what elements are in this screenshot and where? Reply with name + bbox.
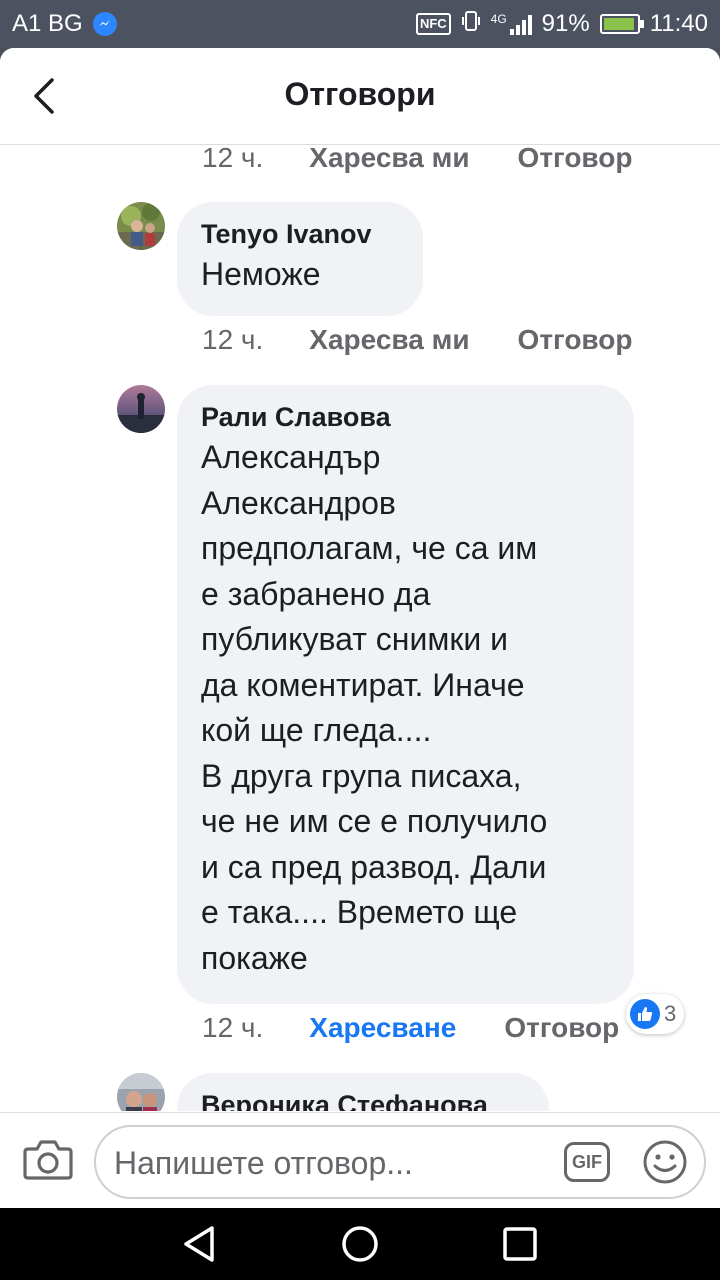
nfc-icon: NFC — [415, 13, 451, 35]
comment-time: 12 ч. — [202, 145, 264, 173]
clock: 11:40 — [649, 10, 708, 37]
comment-bubble[interactable]: Вероника Стефанова — [177, 1073, 549, 1111]
emoji-icon — [643, 1140, 687, 1184]
status-bar: A1 BG NFC 4G 91% 11:40 — [0, 0, 720, 48]
like-icon — [630, 999, 660, 1029]
nav-back-button[interactable] — [180, 1224, 220, 1264]
status-bar-left: A1 BG — [12, 10, 117, 38]
comment-actions: 12 ч. Харесва ми Отговор — [202, 322, 633, 358]
comment-author[interactable]: Вероника Стефанова — [201, 1087, 523, 1111]
camera-button[interactable] — [22, 1137, 74, 1183]
comment-author[interactable]: Tenyo Ivanov — [201, 216, 397, 252]
camera-icon — [23, 1140, 73, 1180]
comment-thread[interactable]: 12 ч. Харесва ми Отговор Tenyo Ivanov Не… — [0, 145, 720, 1111]
gif-button[interactable]: GIF — [564, 1142, 610, 1182]
like-button[interactable]: Харесва ми — [309, 324, 469, 356]
reply-button[interactable]: Отговор — [518, 324, 633, 356]
comment-time: 12 ч. — [202, 1012, 264, 1043]
status-bar-right: NFC 4G 91% 11:40 — [415, 9, 708, 40]
comment-actions: 12 ч. Харесване Отговор — [202, 1010, 619, 1046]
page-title: Отговори — [284, 76, 436, 112]
vibrate-icon — [461, 9, 481, 40]
replies-screen: Отговори 12 ч. Харесва ми Отговор Tenyo … — [0, 48, 720, 1208]
app-header: Отговори — [0, 48, 720, 145]
gif-label: GIF — [572, 1151, 602, 1172]
avatar[interactable] — [117, 202, 165, 250]
messenger-icon — [92, 12, 117, 36]
square-recents-icon — [503, 1227, 537, 1261]
nav-recents-button[interactable] — [500, 1224, 540, 1264]
like-button[interactable]: Харесва ми — [309, 145, 469, 174]
circle-home-icon — [342, 1226, 378, 1262]
carrier-name: A1 BG — [12, 10, 83, 37]
reply-composer: GIF — [0, 1112, 720, 1208]
triangle-back-icon — [184, 1226, 214, 1262]
nav-home-button[interactable] — [340, 1224, 380, 1264]
network-type: 4G — [490, 12, 507, 26]
comment-text: Александър Александров предполагам, че с… — [201, 439, 548, 976]
like-button[interactable]: Харесване — [309, 1012, 456, 1044]
reaction-count: 3 — [664, 1001, 677, 1026]
comment-actions: 12 ч. Харесва ми Отговор — [202, 145, 633, 176]
reply-button[interactable]: Отговор — [504, 1012, 619, 1044]
reaction-count-badge[interactable]: 3 — [626, 994, 685, 1034]
comment-bubble[interactable]: Рали Славова Александър Александров пред… — [177, 385, 634, 1004]
battery-percent: 91% — [541, 10, 590, 37]
battery-icon — [599, 14, 644, 34]
comment-text: Неможе — [201, 256, 321, 292]
avatar[interactable] — [117, 385, 165, 433]
reply-input-field[interactable]: GIF — [94, 1125, 706, 1199]
reply-button[interactable]: Отговор — [518, 145, 633, 174]
reply-input[interactable] — [112, 1137, 546, 1189]
emoji-button[interactable] — [642, 1139, 688, 1185]
signal-icon: 4G — [491, 13, 532, 35]
comment-author[interactable]: Рали Славова — [201, 399, 608, 435]
system-nav-bar — [0, 1208, 720, 1280]
avatar[interactable] — [117, 1073, 165, 1111]
comment-time: 12 ч. — [202, 324, 264, 355]
comment-bubble[interactable]: Tenyo Ivanov Неможе — [177, 202, 423, 316]
